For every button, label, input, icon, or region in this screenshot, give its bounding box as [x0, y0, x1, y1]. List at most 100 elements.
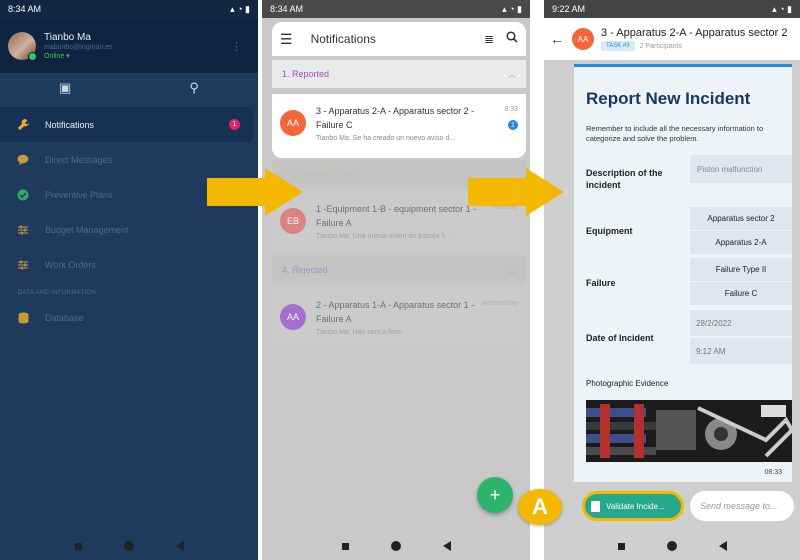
- contact-card-icon[interactable]: ▣: [59, 80, 71, 96]
- card-title: 1 -Equipment 1-B - equipment sector 1 - …: [316, 204, 477, 228]
- section-header: DATA AND INFORMATION: [18, 290, 97, 296]
- status-icons: ▴ ◔ ▮: [502, 3, 522, 14]
- check-circle-icon: [16, 188, 30, 202]
- status-bar: 8:34 AM ▴ ◔ ▮: [0, 0, 258, 18]
- photo-label: Photographic Evidence: [586, 379, 669, 388]
- back-icon[interactable]: [175, 541, 184, 551]
- section-reported[interactable]: 1. Reported ︿: [272, 60, 526, 88]
- date-label: Date of Incident: [586, 333, 654, 343]
- avatar[interactable]: [8, 31, 37, 61]
- card-time: 8:33: [504, 106, 518, 113]
- sidebar-item-database[interactable]: Database: [0, 300, 258, 335]
- participants-count[interactable]: 2 Participants: [640, 43, 682, 50]
- validate-label: Validate Incide...: [606, 501, 665, 511]
- sidebar-item-label: Budget Management: [45, 224, 129, 235]
- chat-header: ← AA 3 - Apparatus 2-A - Apparatus secto…: [544, 18, 800, 60]
- search-icon[interactable]: [506, 30, 518, 48]
- sidebar-screen: 8:34 AM ▴ ◔ ▮ Tianbo Ma mabunbo@ingman.e…: [0, 0, 258, 560]
- app-bar: ☰ Notifications ≣: [272, 22, 526, 56]
- android-nav-bar: [0, 532, 258, 560]
- recents-icon[interactable]: [74, 542, 82, 550]
- unread-badge: 1: [508, 120, 518, 130]
- equipment-label: Equipment: [586, 226, 633, 236]
- android-nav-bar: [544, 532, 800, 560]
- form-icon: [591, 500, 600, 512]
- annotation-arrow-icon: [207, 168, 303, 216]
- back-arrow-icon[interactable]: ←: [550, 31, 564, 47]
- home-icon[interactable]: [666, 541, 677, 551]
- message-input-bar: Validate Incide... Send message to...: [544, 488, 800, 526]
- status-icons: ▴ ◔ ▮: [230, 3, 250, 14]
- add-fab-button[interactable]: +: [477, 477, 513, 513]
- sidebar-item-label: Preventive Plans: [45, 189, 113, 200]
- message-input[interactable]: Send message to...: [690, 491, 794, 521]
- avatar[interactable]: AA: [572, 28, 594, 50]
- user-header: Tianbo Ma mabunbo@ingman.es Online ▾ ⋮: [0, 18, 258, 73]
- database-icon: [16, 311, 30, 325]
- failure-type-field[interactable]: Failure Type II: [690, 258, 792, 281]
- sidebar-item-work-orders[interactable]: Work Orders: [0, 247, 258, 282]
- filter-list-icon[interactable]: ≣: [484, 32, 494, 46]
- task-tag: TASK #3: [601, 41, 635, 51]
- callout-marker: A: [518, 489, 562, 525]
- search-icon[interactable]: ⚲: [189, 80, 199, 96]
- form-title: Report New Incident: [586, 89, 751, 108]
- sidebar-item-label: Notifications: [45, 119, 95, 130]
- user-status-label: Online: [44, 52, 65, 60]
- back-icon[interactable]: [718, 541, 727, 551]
- status-bar: 8:34 AM ▴ ◔ ▮: [262, 0, 530, 18]
- sidebar-tabs: ▣ ⚲: [0, 73, 258, 103]
- card-title: 3 - Apparatus 2-A - Apparatus sector 2 -…: [316, 106, 475, 130]
- sliders-icon: [16, 223, 30, 237]
- equipment-apparatus-field[interactable]: Apparatus 2-A: [690, 231, 792, 254]
- notification-badge: 1: [229, 119, 240, 130]
- wrench-icon: [16, 118, 30, 132]
- chevron-up-icon: ︿: [508, 69, 516, 79]
- incident-form-card: Report New Incident Remember to include …: [574, 64, 792, 482]
- annotation-arrow-icon: [468, 168, 564, 216]
- back-icon[interactable]: [442, 541, 451, 551]
- status-time: 9:22 AM: [552, 4, 586, 14]
- notification-card[interactable]: AA 3 - Apparatus 2-A - Apparatus sector …: [272, 94, 526, 158]
- notifications-screen: 8:34 AM ▴ ◔ ▮ ☰ Notifications ≣ 1. Repor…: [262, 0, 530, 560]
- message-timestamp: 08:33: [764, 469, 782, 476]
- sidebar-item-notifications[interactable]: Notifications 1: [0, 107, 254, 142]
- recents-icon[interactable]: [341, 542, 349, 550]
- section-label: 4. Rejected: [282, 265, 328, 275]
- notification-card[interactable]: AA 2 - Apparatus 1-A - Apparatus sector …: [272, 288, 526, 350]
- time-field[interactable]: 9:12 AM: [690, 338, 792, 364]
- status-time: 8:34 AM: [270, 4, 304, 14]
- android-nav-bar: [262, 532, 530, 560]
- equipment-sector-field[interactable]: Apparatus sector 2: [690, 207, 792, 230]
- validate-incident-button[interactable]: Validate Incide...: [582, 491, 684, 521]
- sidebar-item-label: Direct Messages: [45, 154, 113, 165]
- status-icons: ▴ ◔ ▮: [772, 3, 792, 14]
- card-time: wednesday: [482, 300, 518, 307]
- status-time: 8:34 AM: [8, 4, 42, 14]
- failure-field[interactable]: Failure C: [690, 282, 792, 305]
- more-vert-icon[interactable]: ⋮: [231, 40, 242, 53]
- online-dot: [28, 51, 37, 61]
- sidebar-item-label: Work Orders: [45, 259, 96, 270]
- home-icon[interactable]: [123, 541, 134, 551]
- form-description: Remember to include all the necessary in…: [586, 124, 764, 143]
- description-field[interactable]: Piston malfunction: [690, 155, 792, 183]
- avatar: AA: [280, 304, 306, 330]
- failure-label: Failure: [586, 278, 616, 288]
- card-preview: Tianbo Ma: Has sent a form: [316, 329, 403, 336]
- recents-icon[interactable]: [617, 542, 625, 550]
- hamburger-menu-icon[interactable]: ☰: [280, 31, 293, 48]
- sidebar-menu: Notifications 1 Direct Messages Preventi…: [0, 107, 258, 335]
- avatar: AA: [280, 110, 306, 136]
- status-bar: 9:22 AM ▴ ◔ ▮: [544, 0, 800, 18]
- sliders-icon: [16, 258, 30, 272]
- description-label: Description of the incident: [586, 168, 663, 190]
- date-field[interactable]: 28/2/2022: [690, 310, 792, 336]
- sidebar-item-label: Database: [45, 312, 84, 323]
- chat-title: 3 - Apparatus 2-A - Apparatus sector 2: [601, 27, 788, 39]
- home-icon[interactable]: [390, 541, 401, 551]
- evidence-photo[interactable]: [586, 400, 792, 462]
- section-label: 1. Reported: [282, 69, 330, 79]
- section-rejected[interactable]: 4. Rejected ︿: [272, 256, 526, 284]
- user-status[interactable]: Online ▾: [44, 52, 113, 60]
